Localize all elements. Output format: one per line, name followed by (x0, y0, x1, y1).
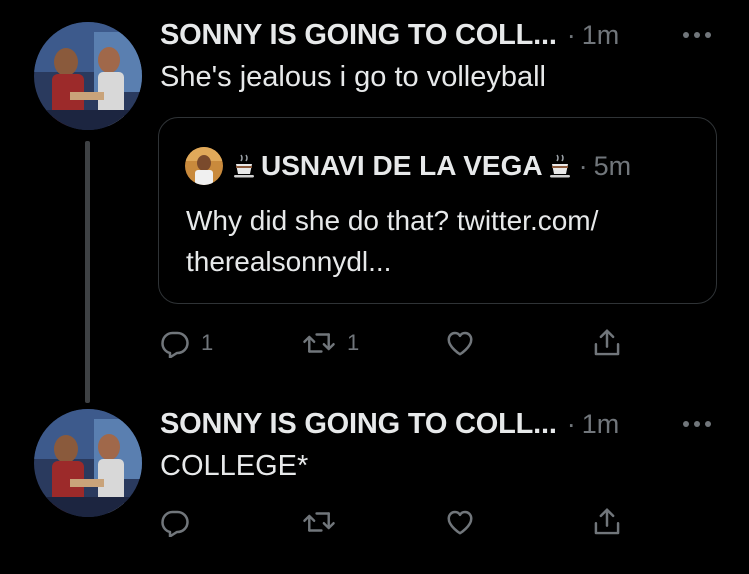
retweet-button[interactable]: 1 (302, 323, 359, 363)
coffee-cup-emoji-icon (233, 153, 255, 179)
timestamp[interactable]: 1m (582, 409, 620, 440)
tweet-header: SONNY IS GOING TO COLL... · 1m (160, 15, 729, 55)
heart-icon (444, 507, 476, 537)
avatar[interactable] (34, 22, 142, 130)
quote-timestamp[interactable]: 5m (594, 151, 632, 182)
quote-header: USNAVI DE LA VEGA · 5m (185, 146, 631, 186)
reply-icon (160, 328, 190, 358)
action-bar (160, 502, 640, 542)
thread-line (85, 141, 90, 403)
heart-icon (444, 328, 476, 358)
quote-text-line: Why did she do that? twitter.com/ (186, 205, 599, 236)
tweet[interactable]: SONNY IS GOING TO COLL... · 1m She's jea… (0, 0, 749, 403)
retweet-icon (302, 507, 336, 537)
like-button[interactable] (444, 502, 487, 542)
separator-dot: · (578, 150, 588, 181)
tweet[interactable]: SONNY IS GOING TO COLL... · 1m COLLEGE* (0, 395, 749, 574)
separator-dot: · (566, 19, 576, 50)
share-button[interactable] (592, 502, 622, 542)
retweet-count: 1 (347, 330, 360, 355)
separator-dot: · (566, 408, 576, 439)
share-icon (592, 327, 622, 359)
share-icon (592, 506, 622, 538)
quote-text-line: therealsonnydl... (186, 246, 392, 277)
tweet-text: She's jealous i go to volleyball (160, 61, 546, 93)
quote-tweet[interactable]: USNAVI DE LA VEGA · 5m Why did she do th… (158, 117, 717, 304)
reply-icon (160, 507, 190, 537)
like-button[interactable] (444, 323, 487, 363)
reply-count: 1 (201, 330, 214, 355)
coffee-cup-emoji-icon (549, 153, 571, 179)
author-name[interactable]: SONNY IS GOING TO COLL... (160, 19, 557, 52)
tweet-header: SONNY IS GOING TO COLL... · 1m (160, 404, 729, 444)
avatar[interactable] (34, 409, 142, 517)
retweet-button[interactable] (302, 502, 347, 542)
timestamp[interactable]: 1m (582, 20, 620, 51)
quote-author-name[interactable]: USNAVI DE LA VEGA (261, 150, 543, 182)
action-bar: 1 1 (160, 323, 640, 363)
reply-button[interactable] (160, 502, 201, 542)
quote-text: Why did she do that? twitter.com/ therea… (186, 200, 696, 282)
quote-avatar (185, 147, 223, 185)
more-dots-icon[interactable] (679, 416, 715, 432)
retweet-icon (302, 328, 336, 358)
author-name[interactable]: SONNY IS GOING TO COLL... (160, 408, 557, 441)
share-button[interactable] (592, 323, 622, 363)
reply-button[interactable]: 1 (160, 323, 213, 363)
tweet-text: COLLEGE* (160, 450, 309, 482)
more-dots-icon[interactable] (679, 27, 715, 43)
